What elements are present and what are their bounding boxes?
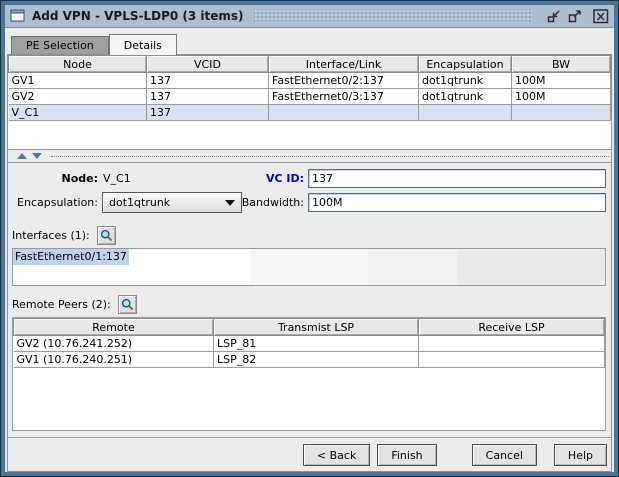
titlebar-texture (253, 9, 532, 23)
table-cell[interactable]: GV1 (10.76.240.251) (13, 351, 214, 368)
table-row[interactable]: GV2 137 FastEthernet0/3:137 dot1qtrunk 100M (8, 88, 611, 105)
close-button[interactable] (592, 8, 610, 25)
dialog-window: Add VPN - VPLS-LDP0 (3 items) PE Selecti… (0, 0, 619, 477)
table-cell[interactable]: dot1qtrunk (418, 88, 512, 105)
pe-table: Node VCID Interface/Link Encapsulation BW GV1… (8, 55, 611, 121)
table-cell[interactable]: 137 (146, 104, 269, 121)
cancel-button[interactable]: Cancel (471, 444, 537, 466)
divider-dots (51, 155, 609, 157)
column-header[interactable]: Remote (13, 318, 214, 336)
list-item[interactable]: FastEthernet0/1:137 (13, 249, 129, 265)
table-row[interactable]: V_C1 137 (8, 104, 611, 121)
back-button[interactable]: < Back (302, 444, 371, 466)
minimize-button[interactable] (545, 8, 563, 25)
table-cell[interactable] (268, 104, 419, 121)
peers-table-pane: Remote Transmist LSP Receive LSP GV2 (10.76… (12, 317, 606, 431)
bandwidth-label: Bandwidth: (241, 196, 304, 209)
encapsulation-value: dot1qtrunk (109, 196, 171, 209)
peers-table: Remote Transmist LSP Receive LSP GV2 (10.76… (13, 318, 605, 368)
bandwidth-input[interactable] (308, 193, 606, 212)
tab-details[interactable]: Details (108, 34, 177, 55)
window-icon (10, 9, 25, 22)
remote-peers-header-row: Remote Peers (2): (12, 294, 606, 314)
details-pane: Node: V_C1 VC ID: Encapsulation: dot1qtr… (8, 162, 611, 437)
table-cell[interactable]: LSP_81 (213, 335, 419, 352)
column-header[interactable]: Node (8, 55, 147, 73)
magnifier-icon (121, 298, 134, 310)
table-cell[interactable]: GV1 (8, 72, 147, 89)
titlebar[interactable]: Add VPN - VPLS-LDP0 (3 items) (5, 5, 614, 28)
table-cell[interactable]: FastEthernet0/2:137 (268, 72, 419, 89)
column-header[interactable]: VCID (146, 55, 269, 73)
encap-bandwidth-row: Encapsulation: dot1qtrunk Bandwidth: (12, 192, 606, 213)
maximize-button[interactable] (566, 8, 584, 25)
collapse-up-icon[interactable] (17, 153, 27, 159)
button-bar: < Back Finish Cancel Help (8, 439, 611, 471)
table-cell[interactable] (418, 104, 512, 121)
split-divider[interactable] (8, 150, 611, 162)
encapsulation-dropdown[interactable]: dot1qtrunk (102, 192, 242, 213)
table-cell[interactable]: LSP_82 (213, 351, 419, 368)
table-cell[interactable]: dot1qtrunk (418, 72, 512, 89)
tabstrip: PE Selection Details (7, 32, 612, 55)
tab-content: Node VCID Interface/Link Encapsulation BW GV1… (7, 54, 612, 472)
table-cell[interactable]: 100M (511, 88, 611, 105)
remote-peers-label: Remote Peers (2): (12, 297, 111, 311)
column-header[interactable]: Transmist LSP (213, 318, 419, 336)
vcid-label: VC ID: (265, 172, 304, 185)
column-header[interactable]: Encapsulation (418, 55, 512, 73)
magnifier-icon (100, 229, 113, 241)
interfaces-label: Interfaces (1): (12, 228, 90, 242)
remote-peers-search-button[interactable] (117, 294, 137, 314)
table-cell[interactable] (511, 104, 611, 121)
table-cell[interactable]: GV2 (8, 88, 147, 105)
table-cell[interactable] (418, 335, 605, 352)
table-row[interactable]: GV2 (10.76.241.252) LSP_81 (13, 335, 605, 352)
node-label: Node: (61, 172, 99, 185)
table-cell[interactable]: FastEthernet0/3:137 (268, 88, 419, 105)
column-header[interactable]: BW (511, 55, 611, 73)
table-cell[interactable] (418, 351, 605, 368)
table-row[interactable]: GV1 137 FastEthernet0/2:137 dot1qtrunk 100M (8, 72, 611, 89)
encapsulation-label: Encapsulation: (17, 196, 98, 209)
dialog-body: PE Selection Details Node VCID Interface/L… (5, 28, 614, 472)
vcid-input[interactable] (308, 169, 606, 188)
chevron-down-icon (224, 199, 235, 206)
table-cell[interactable]: 137 (146, 88, 269, 105)
column-header[interactable]: Receive LSP (418, 318, 605, 336)
interfaces-header-row: Interfaces (1): (12, 225, 606, 245)
table-row[interactable]: GV1 (10.76.240.251) LSP_82 (13, 351, 605, 368)
collapse-down-icon[interactable] (32, 153, 42, 159)
column-header[interactable]: Interface/Link (268, 55, 419, 73)
table-cell[interactable]: 137 (146, 72, 269, 89)
table-cell[interactable]: 100M (511, 72, 611, 89)
tab-pe-selection[interactable]: PE Selection (11, 36, 109, 54)
table-cell[interactable]: GV2 (10.76.241.252) (13, 335, 214, 352)
pe-table-pane: Node VCID Interface/Link Encapsulation BW GV1… (8, 55, 611, 150)
interfaces-search-button[interactable] (96, 225, 116, 245)
help-button[interactable]: Help (553, 444, 607, 466)
node-vcid-row: Node: V_C1 VC ID: (12, 169, 606, 188)
window-title: Add VPN - VPLS-LDP0 (3 items) (32, 9, 244, 23)
finish-button[interactable]: Finish (377, 444, 437, 466)
interfaces-list: FastEthernet0/1:137 (12, 248, 606, 286)
node-value: V_C1 (103, 172, 131, 185)
table-cell[interactable]: V_C1 (8, 104, 147, 121)
